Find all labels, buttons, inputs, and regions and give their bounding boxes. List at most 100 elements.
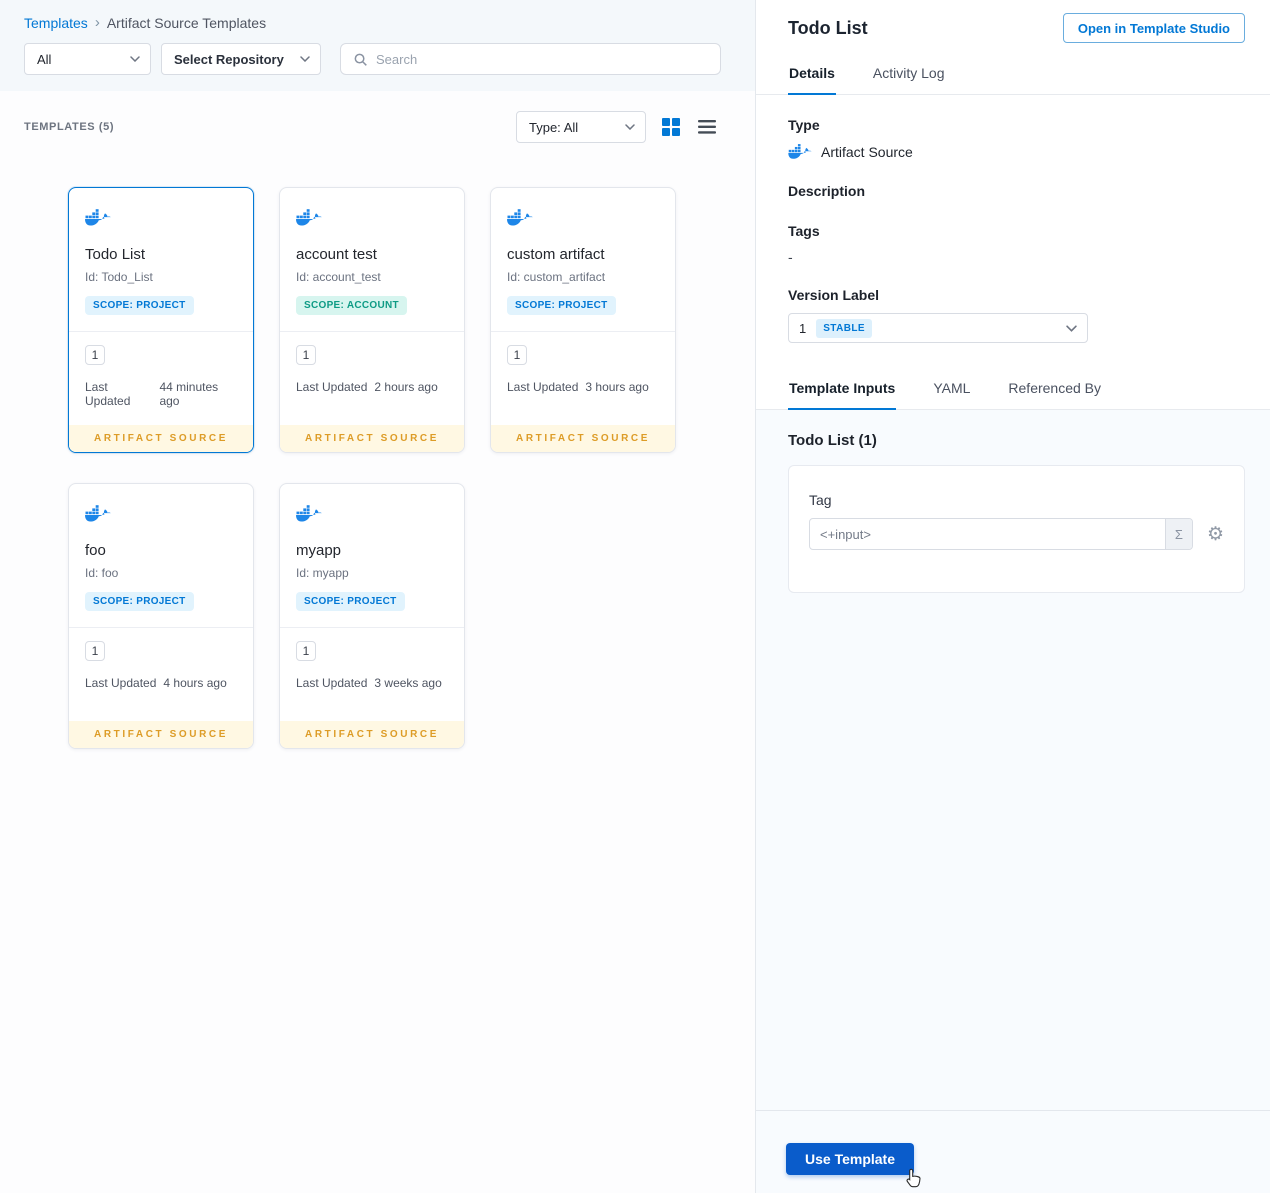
- description-label: Description: [788, 183, 866, 199]
- use-template-button[interactable]: Use Template: [786, 1143, 914, 1175]
- grid-view-icon: [662, 118, 680, 136]
- version-chip: 1: [85, 345, 105, 365]
- last-updated: Last Updated 4 hours ago: [85, 676, 237, 690]
- card-meta: 1 Last Updated 3 hours ago: [491, 332, 675, 425]
- scope-badge: SCOPE: PROJECT: [85, 592, 194, 611]
- version-label: Version Label: [788, 287, 880, 303]
- chevron-down-icon: [1066, 324, 1077, 332]
- templates-page: Templates › Artifact Source Templates Al…: [0, 0, 755, 1193]
- card-meta: 1 Last Updated 44 minutes ago: [69, 332, 253, 425]
- tags-label: Tags: [788, 223, 820, 239]
- tag-input-wrapper: Σ: [809, 518, 1193, 550]
- scope-badge: SCOPE: ACCOUNT: [296, 296, 407, 315]
- scope-filter-value: All: [37, 51, 52, 67]
- card-top: custom artifact Id: custom_artifact SCOP…: [491, 188, 675, 315]
- card-top: Todo List Id: Todo_List SCOPE: PROJECT: [69, 188, 253, 315]
- last-updated-label: Last Updated: [296, 676, 368, 690]
- version-select[interactable]: 1 STABLE: [788, 313, 1088, 343]
- template-id: Id: account_test: [296, 270, 381, 284]
- templates-count-label: TEMPLATES (5): [24, 121, 115, 133]
- tab-activity-log[interactable]: Activity Log: [872, 54, 946, 95]
- templates-toolbar: TEMPLATES (5) Type: All: [0, 111, 755, 143]
- breadcrumb: Templates › Artifact Source Templates: [24, 14, 731, 31]
- type-filter-select[interactable]: Type: All: [516, 111, 646, 143]
- version-chip: 1: [507, 345, 527, 365]
- repository-filter-value: Select Repository: [174, 51, 284, 67]
- chevron-down-icon: [625, 124, 635, 130]
- panel-tabs: Details Activity Log: [756, 54, 1270, 95]
- inputs-heading: Todo List (1): [788, 432, 877, 449]
- breadcrumb-templates-link[interactable]: Templates: [24, 15, 88, 31]
- tab-template-inputs[interactable]: Template Inputs: [788, 369, 897, 410]
- artifact-source-footer: ARTIFACT SOURCE: [280, 721, 464, 748]
- tag-input[interactable]: [810, 519, 1165, 549]
- search-input[interactable]: [376, 51, 708, 67]
- type-filter-value: Type: All: [529, 119, 579, 135]
- last-updated: Last Updated 44 minutes ago: [85, 380, 237, 408]
- template-id: Id: myapp: [296, 566, 349, 580]
- scope-filter-select[interactable]: All: [24, 43, 151, 75]
- open-in-template-studio-button[interactable]: Open in Template Studio: [1062, 13, 1245, 43]
- inputs-section: Todo List (1) Tag Σ ⚙: [756, 410, 1270, 593]
- panel-footer: Use Template: [756, 1110, 1270, 1193]
- card-meta: 1 Last Updated 4 hours ago: [69, 628, 253, 721]
- list-view-icon: [698, 120, 716, 134]
- stable-badge: STABLE: [816, 318, 872, 338]
- docker-icon: [507, 209, 533, 226]
- tab-referenced-by[interactable]: Referenced By: [1007, 369, 1102, 410]
- last-updated-value: 44 minutes ago: [159, 380, 219, 408]
- template-card-myapp[interactable]: myapp Id: myapp SCOPE: PROJECT 1 Last Up…: [279, 483, 465, 749]
- grid-view-button[interactable]: [660, 116, 682, 138]
- tag-input-row: Σ ⚙: [809, 518, 1224, 550]
- inputs-card: Tag Σ ⚙: [788, 465, 1245, 593]
- type-value-row: Artifact Source: [788, 143, 1238, 161]
- tab-yaml[interactable]: YAML: [932, 369, 971, 410]
- version-value: 1: [799, 320, 807, 336]
- card-top: account test Id: account_test SCOPE: ACC…: [280, 188, 464, 315]
- template-card-todo-list[interactable]: Todo List Id: Todo_List SCOPE: PROJECT 1…: [68, 187, 254, 453]
- last-updated-value: 3 hours ago: [585, 380, 649, 394]
- template-card-custom-artifact[interactable]: custom artifact Id: custom_artifact SCOP…: [490, 187, 676, 453]
- expression-sigma-button[interactable]: Σ: [1164, 519, 1192, 549]
- last-updated-label: Last Updated: [507, 380, 579, 394]
- card-top: foo Id: foo SCOPE: PROJECT: [69, 484, 253, 611]
- repository-filter-select[interactable]: Select Repository: [161, 43, 321, 75]
- version-chip: 1: [296, 641, 316, 661]
- settings-gear-icon[interactable]: ⚙: [1207, 525, 1224, 544]
- template-card-account-test[interactable]: account test Id: account_test SCOPE: ACC…: [279, 187, 465, 453]
- tab-details[interactable]: Details: [788, 54, 836, 95]
- last-updated: Last Updated 2 hours ago: [296, 380, 448, 394]
- card-top: myapp Id: myapp SCOPE: PROJECT: [280, 484, 464, 611]
- template-name: Todo List: [85, 246, 146, 263]
- breadcrumb-current: Artifact Source Templates: [106, 14, 267, 31]
- docker-icon: [788, 144, 812, 159]
- chevron-down-icon: [130, 56, 140, 62]
- panel-inner-tabs: Template Inputs YAML Referenced By: [756, 369, 1270, 410]
- artifact-source-footer: ARTIFACT SOURCE: [69, 721, 253, 748]
- template-inputs-panel: Todo List (1) Tag Σ ⚙ Use Template: [756, 410, 1270, 1193]
- type-value: Artifact Source: [821, 144, 913, 160]
- template-id: Id: Todo_List: [85, 270, 153, 284]
- artifact-source-footer: ARTIFACT SOURCE: [69, 425, 253, 452]
- list-view-button[interactable]: [696, 116, 718, 138]
- scope-badge: SCOPE: PROJECT: [296, 592, 405, 611]
- last-updated-value: 2 hours ago: [374, 380, 438, 394]
- version-chip: 1: [296, 345, 316, 365]
- card-meta: 1 Last Updated 3 weeks ago: [280, 628, 464, 721]
- templates-body: TEMPLATES (5) Type: All Todo List Id: To…: [0, 91, 755, 749]
- template-cards-grid: Todo List Id: Todo_List SCOPE: PROJECT 1…: [68, 187, 755, 749]
- template-name: custom artifact: [507, 246, 605, 263]
- chevron-down-icon: [300, 56, 310, 62]
- docker-icon: [296, 505, 322, 522]
- search-icon: [354, 53, 367, 66]
- docker-icon: [296, 209, 322, 226]
- docker-icon: [85, 209, 111, 226]
- scope-badge: SCOPE: PROJECT: [85, 296, 194, 315]
- last-updated-value: 4 hours ago: [163, 676, 227, 690]
- last-updated-label: Last Updated: [85, 380, 131, 408]
- last-updated-value: 3 weeks ago: [374, 676, 442, 690]
- template-card-foo[interactable]: foo Id: foo SCOPE: PROJECT 1 Last Update…: [68, 483, 254, 749]
- version-chip: 1: [85, 641, 105, 661]
- panel-spacer: [756, 593, 1270, 1110]
- page-header: Templates › Artifact Source Templates Al…: [0, 0, 755, 91]
